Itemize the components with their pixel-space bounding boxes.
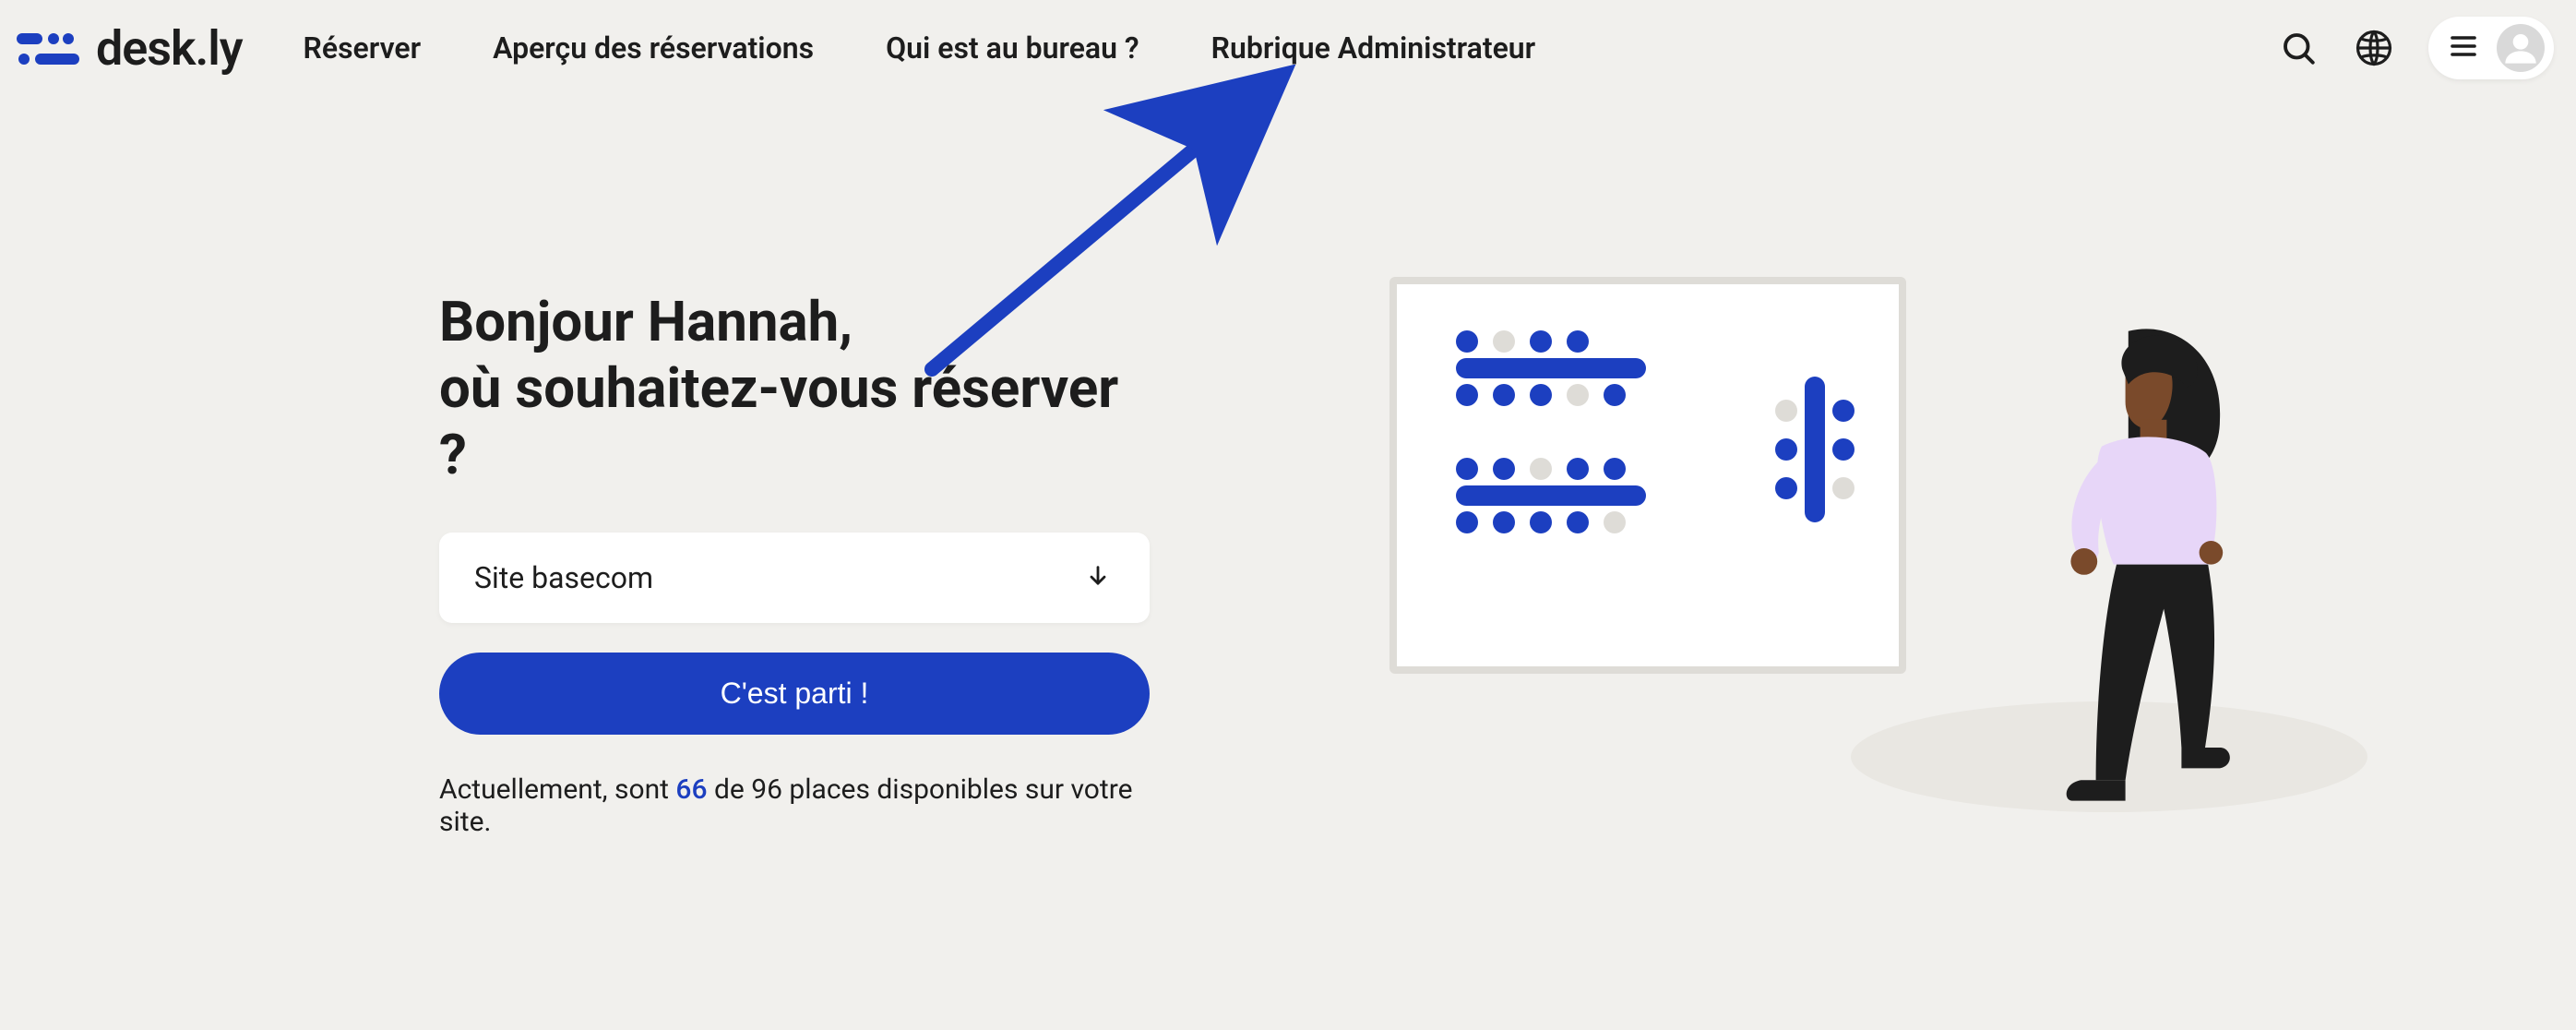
main-content: Bonjour Hannah, où souhaitez-vous réserv…	[0, 96, 2576, 1030]
site-select-value: Site basecom	[474, 560, 653, 595]
greeting-line1: Bonjour Hannah,	[439, 289, 853, 354]
logo-mark-icon	[17, 28, 83, 68]
logo[interactable]: desk.ly	[17, 20, 243, 77]
floorplan-card	[1389, 277, 1906, 674]
person-icon	[2502, 30, 2539, 66]
globe-icon	[2355, 29, 2393, 67]
nav-reserve[interactable]: Réserver	[304, 30, 422, 66]
greeting-heading: Bonjour Hannah, où souhaitez-vous réserv…	[439, 289, 1150, 488]
nav-admin-section[interactable]: Rubrique Administrateur	[1211, 30, 1536, 66]
header-right	[2277, 17, 2554, 79]
language-button[interactable]	[2353, 27, 2395, 69]
availability-text: Actuellement, sont 66 de 96 places dispo…	[439, 773, 1150, 838]
search-button[interactable]	[2277, 27, 2320, 69]
go-button[interactable]: C'est parti !	[439, 653, 1150, 735]
logo-text: desk.ly	[96, 20, 243, 77]
availability-prefix: Actuellement, sont	[439, 773, 675, 806]
greeting-line2: où souhaitez-vous réserver ?	[439, 355, 1118, 487]
hamburger-icon	[2447, 30, 2480, 66]
nav-reservations-overview[interactable]: Aperçu des réservations	[493, 30, 814, 66]
illustration	[1389, 277, 2312, 849]
booking-panel: Bonjour Hannah, où souhaitez-vous réserv…	[439, 289, 1150, 838]
search-icon	[2279, 29, 2318, 67]
person-illustration-icon	[1998, 305, 2294, 821]
site-select[interactable]: Site basecom	[439, 533, 1150, 623]
avatar	[2497, 24, 2545, 72]
chevron-down-icon	[1085, 563, 1111, 593]
availability-count: 66	[675, 773, 707, 806]
user-menu[interactable]	[2428, 17, 2554, 79]
header: desk.ly Réserver Aperçu des réservations…	[0, 0, 2576, 96]
main-nav: Réserver Aperçu des réservations Qui est…	[304, 30, 1536, 66]
nav-who-is-in-office[interactable]: Qui est au bureau ?	[886, 30, 1139, 66]
